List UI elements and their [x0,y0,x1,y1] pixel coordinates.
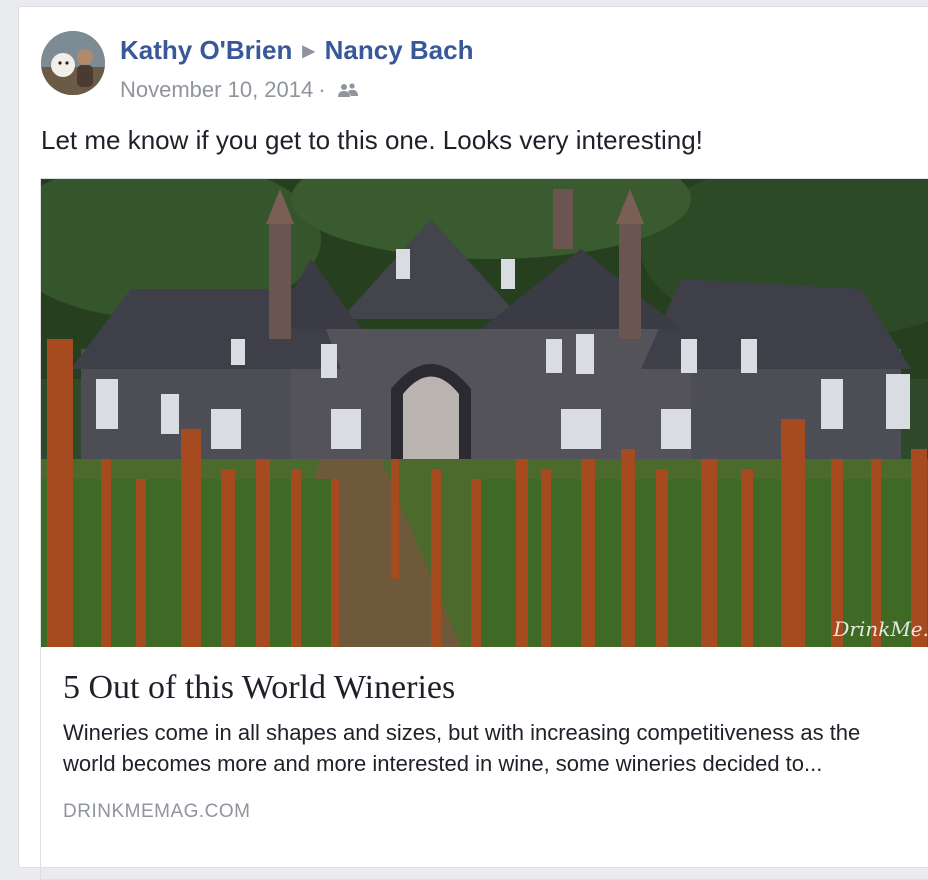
link-preview-card[interactable]: DrinkMe. 5 Out of this World Wineries Wi… [40,178,928,880]
author-name-link[interactable]: Kathy O'Brien [120,35,292,65]
avatar-photo [41,31,105,95]
feed-post: Kathy O'Brien ▶ Nancy Bach November 10, 20… [18,6,928,880]
meta-separator: · [318,77,326,102]
link-preview-image[interactable]: DrinkMe. [41,179,928,647]
link-domain: DRINKMEMAG.COM [63,801,251,822]
link-description: Wineries come in all shapes and sizes, b… [63,720,861,776]
post-header-names: Kathy O'Brien ▶ Nancy Bach [120,35,473,66]
post-timestamp[interactable]: November 10, 2014 [120,77,313,102]
post-meta: November 10, 2014 · [120,77,359,103]
recipient-name-link[interactable]: Nancy Bach [325,35,474,65]
post-message: Let me know if you get to this one. Look… [41,125,703,155]
link-title[interactable]: 5 Out of this World Wineries [63,669,913,707]
right-triangle-icon: ▶ [302,43,315,60]
image-watermark: DrinkMe. [833,617,928,641]
friends-icon[interactable] [331,77,359,102]
link-preview-text[interactable]: 5 Out of this World Wineries Wineries co… [63,657,913,823]
author-avatar[interactable] [41,31,105,95]
